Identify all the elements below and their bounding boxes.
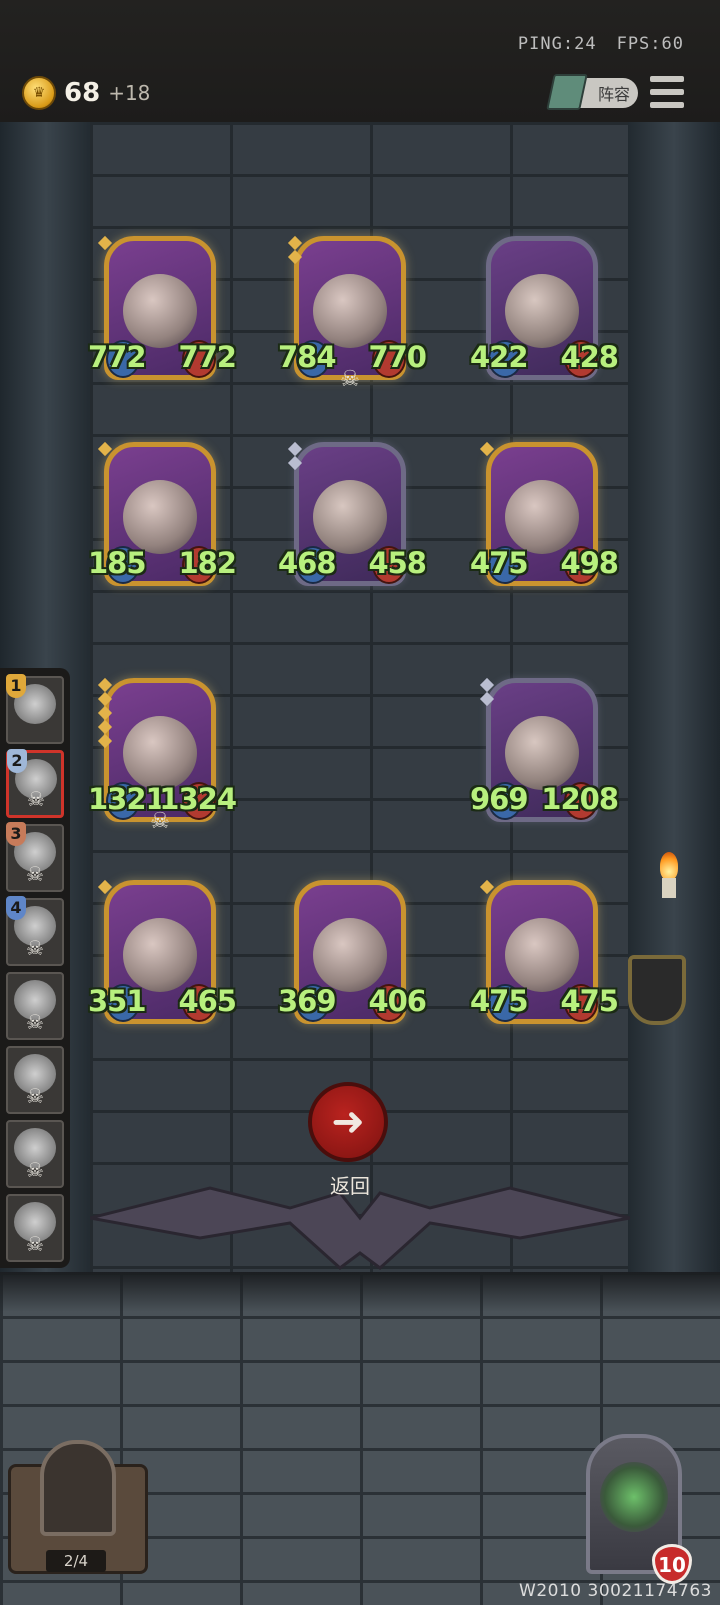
skull-icon: ☠ xyxy=(26,1158,44,1182)
back-label: 返回 xyxy=(330,1174,370,1198)
fps-label: FPS:60 xyxy=(616,34,684,54)
top-bar: PING:24 FPS:60 ♛ 68 +18 阵容 xyxy=(0,0,720,122)
skull-icon: ☠ xyxy=(26,1084,44,1108)
attack-value: 422 xyxy=(470,340,529,374)
skull-icon: ☠ xyxy=(340,367,360,392)
skull-icon: ☠ xyxy=(26,1232,44,1256)
deck-portrait xyxy=(40,1440,116,1536)
boss-face xyxy=(600,1462,668,1532)
hero-portrait xyxy=(313,273,387,348)
attack-value: 185 xyxy=(88,546,147,580)
gold-bonus: +18 xyxy=(108,81,151,105)
health-value: 428 xyxy=(560,340,619,374)
queue-order-badge: 2 xyxy=(7,749,27,773)
skull-icon: ☠ xyxy=(26,1010,44,1034)
queue-slot[interactable]: ☠ xyxy=(6,1194,64,1262)
health-value: 772 xyxy=(178,340,237,374)
queue-order-badge: 3 xyxy=(6,822,26,846)
health-value: 770 xyxy=(368,340,427,374)
skull-icon: ☠ xyxy=(26,862,44,886)
hero-portrait xyxy=(123,273,197,348)
health-value: 465 xyxy=(178,984,237,1018)
lineup-label: 阵容 xyxy=(597,85,630,104)
hero-portrait xyxy=(123,917,197,992)
hero-portrait xyxy=(505,273,579,348)
hero-card-demon-elf[interactable]: 185 182 xyxy=(88,438,237,590)
attack-value: 351 xyxy=(88,984,147,1018)
back-button[interactable]: ➜ xyxy=(308,1082,388,1162)
attack-value: 784 xyxy=(278,340,337,374)
hero-portrait xyxy=(505,917,579,992)
watermark: W2010 30021174763 xyxy=(519,1581,712,1601)
hero-portrait xyxy=(313,479,387,554)
torch-icon xyxy=(658,852,680,898)
boss-portrait[interactable]: 10 xyxy=(576,1434,696,1584)
deck-count: 2/4 xyxy=(46,1550,106,1572)
right-pillar xyxy=(628,122,720,1272)
queue-slot[interactable]: ☠ xyxy=(6,972,64,1040)
health-value: 458 xyxy=(368,546,427,580)
queue-slot[interactable]: ☠ 2 xyxy=(6,749,64,818)
health-value: 475 xyxy=(560,984,619,1018)
hero-card-ogre-brute[interactable]: 475 498 xyxy=(470,438,619,590)
health-value: 406 xyxy=(368,984,427,1018)
queue-order-badge: 1 xyxy=(6,674,26,698)
gold-value: 68 xyxy=(64,78,101,108)
health-value: 1208 xyxy=(541,782,619,816)
attack-value: 475 xyxy=(470,984,529,1018)
deck-box[interactable]: 2/4 xyxy=(8,1440,148,1574)
queue-slot[interactable]: ☠ xyxy=(6,1120,64,1188)
hero-card-wolf[interactable]: 772 772 xyxy=(88,232,237,384)
hero-portrait xyxy=(505,479,579,554)
hero-portrait xyxy=(123,479,197,554)
hero-card-elf-sorceress[interactable]: 422 428 xyxy=(470,232,619,384)
queue-order-badge: 4 xyxy=(6,896,26,920)
attack-value: 468 xyxy=(278,546,337,580)
hero-card-spear-kid[interactable]: 1321 1324 ☠ xyxy=(88,674,237,834)
attack-value: 475 xyxy=(470,546,529,580)
queue-slot[interactable]: ☠ 3 xyxy=(6,822,64,892)
attack-value: 369 xyxy=(278,984,337,1018)
attack-value: 772 xyxy=(88,340,147,374)
boss-hp-heart-icon: 10 xyxy=(652,1544,692,1584)
lineup-button[interactable]: 阵容 xyxy=(546,74,638,110)
hero-portrait xyxy=(505,715,579,790)
skull-icon: ☠ xyxy=(26,936,44,960)
skull-icon: ☠ xyxy=(150,809,170,834)
hero-card-donkey-bard-2[interactable]: 475 475 xyxy=(470,876,619,1028)
network-status: PING:24 FPS:60 xyxy=(518,34,684,54)
health-value: 182 xyxy=(178,546,237,580)
crown-coin-icon: ♛ xyxy=(22,76,56,110)
hamburger-menu-icon[interactable] xyxy=(650,76,684,108)
hero-portrait xyxy=(123,715,197,790)
shield-icon[interactable] xyxy=(628,955,686,1025)
hero-portrait xyxy=(313,917,387,992)
skull-icon: ☠ xyxy=(27,787,45,811)
turn-queue: 1 ☠ 2 ☠ 3 ☠ 4 ☠ ☠ ☠ ☠ xyxy=(0,668,70,1268)
hero-card-masked-rabbit[interactable]: 351 465 xyxy=(88,876,237,1028)
queue-slot[interactable]: ☠ 4 xyxy=(6,896,64,966)
hero-card-donkey-bard[interactable]: 969 1208 xyxy=(470,674,619,826)
hero-card-fire-beast[interactable]: 784 770 ☠ xyxy=(278,232,427,392)
book-icon xyxy=(546,74,588,110)
ping-label: PING:24 xyxy=(517,34,597,54)
hero-card-ringmaster[interactable]: 468 458 xyxy=(278,438,427,590)
attack-value: 969 xyxy=(470,782,529,816)
arrow-left-icon: ➜ xyxy=(331,1099,365,1145)
gold-display: ♛ 68 +18 xyxy=(22,76,150,110)
queue-slot[interactable]: 1 xyxy=(6,674,64,744)
queue-slot[interactable]: ☠ xyxy=(6,1046,64,1114)
hero-card-eagle[interactable]: 369 406 xyxy=(278,876,427,1028)
health-value: 498 xyxy=(560,546,619,580)
